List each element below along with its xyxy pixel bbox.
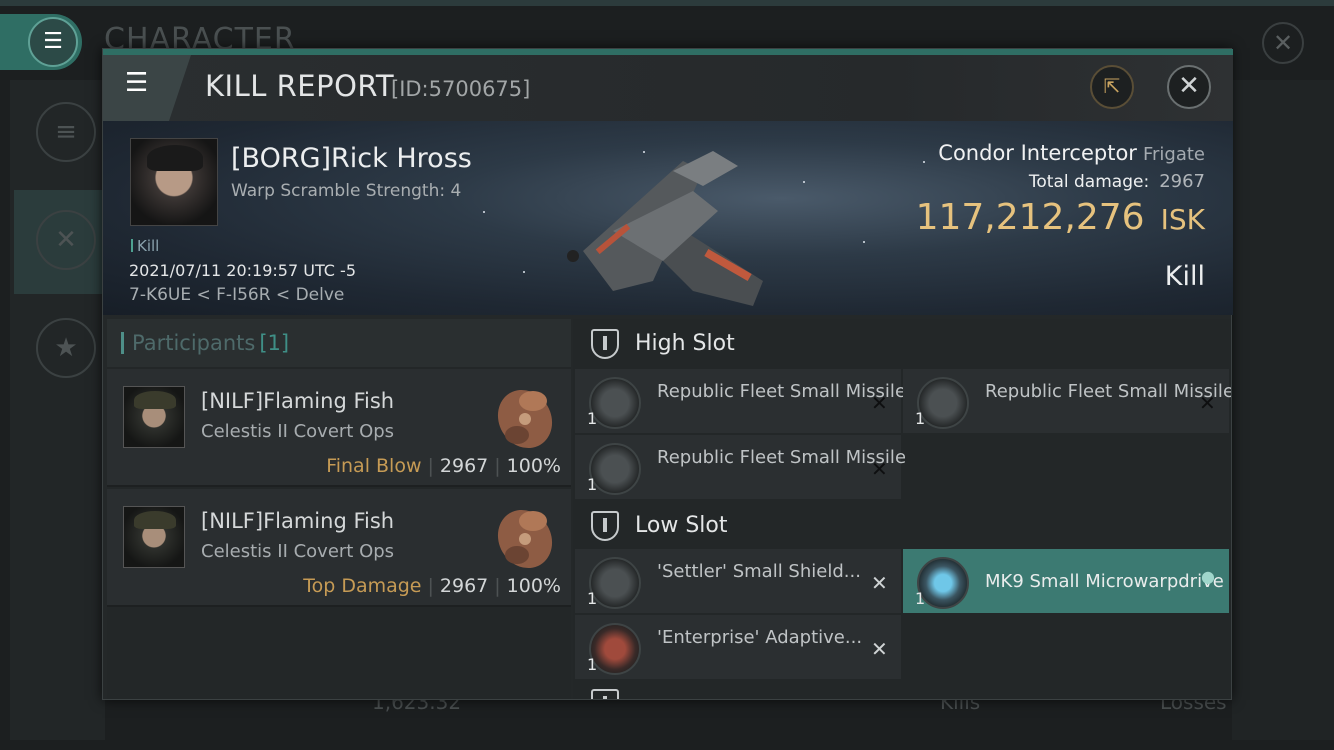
participant-name: [NILF]Flaming Fish <box>201 509 395 533</box>
participants-header: Participants [1] <box>107 319 571 367</box>
participant-stats: Top Damage | 2967 | 100% <box>303 575 561 597</box>
item-name: Republic Fleet Small Missile ... <box>657 447 905 468</box>
low-slot-header: Low Slot <box>573 501 1231 551</box>
kill-id: [ID:5700675] <box>391 77 531 101</box>
destroyed-icon: ✕ <box>871 637 888 661</box>
low-slot-icon <box>591 511 619 541</box>
participant-stats: Final Blow | 2967 | 100% <box>326 455 561 477</box>
participant-role: Top Damage <box>303 575 422 597</box>
window-title: KILL REPORT <box>205 69 395 103</box>
participant-portrait[interactable] <box>123 386 185 448</box>
kill-location[interactable]: 7-K6UE < F-I56R < Delve <box>129 285 344 305</box>
main-menu-button[interactable]: ☰ <box>0 14 82 70</box>
low-slot-item[interactable]: 1 'Enterprise' Adaptive... ✕ <box>575 615 901 679</box>
item-quantity: 1 <box>587 655 598 674</box>
high-slot-item[interactable]: 1 Republic Fleet Small Missile ... ✕ <box>903 369 1231 433</box>
high-slot-item[interactable]: 1 Republic Fleet Small Missile ... ✕ <box>575 369 905 433</box>
item-quantity: 1 <box>915 589 926 608</box>
menu-icon: ☰ <box>28 17 78 67</box>
list-icon[interactable]: ≡ <box>36 102 96 162</box>
low-slot-item[interactable]: 1 'Settler' Small Shield... ✕ <box>575 549 901 613</box>
participant-portrait[interactable] <box>123 506 185 568</box>
item-name: MK9 Small Microwarpdrive <box>985 571 1224 592</box>
destroyed-icon: ✕ <box>871 571 888 595</box>
participant-damage: 2967 <box>439 575 489 597</box>
item-name: Republic Fleet Small Missile ... <box>657 381 905 402</box>
mid-slot-icon <box>591 689 619 699</box>
item-quantity: 1 <box>587 409 598 428</box>
item-quantity: 1 <box>587 475 598 494</box>
participant-percent: 100% <box>506 455 561 477</box>
mid-slot-header <box>573 685 1231 699</box>
participant-percent: 100% <box>506 575 561 597</box>
kill-tag: Kill <box>131 237 159 255</box>
total-damage: Total damage: 2967 <box>1028 171 1205 192</box>
participant-ship-image[interactable] <box>481 375 563 457</box>
kill-datetime: 2021/07/11 20:19:57 UTC -5 <box>129 261 357 280</box>
victim-ship-name[interactable]: Condor Interceptor Frigate <box>938 141 1205 165</box>
participant-row[interactable]: [NILF]Flaming Fish Celestis II Covert Op… <box>107 369 571 487</box>
window-menu-icon[interactable]: ☰ <box>103 55 191 121</box>
victim-banner: [BORG]Rick Hross Warp Scramble Strength:… <box>103 121 1233 315</box>
item-name: 'Settler' Small Shield... <box>657 561 861 582</box>
dropped-icon: ● <box>1201 567 1215 586</box>
item-name: 'Enterprise' Adaptive... <box>657 627 863 648</box>
item-quantity: 1 <box>587 589 598 608</box>
kill-result: Kill <box>1164 261 1205 292</box>
combat-icon[interactable]: ✕ <box>36 210 96 270</box>
participants-panel: Participants [1] [NILF]Flaming Fish Celes… <box>107 319 571 699</box>
victim-subtitle: Warp Scramble Strength: 4 <box>231 181 462 201</box>
destroyed-icon: ✕ <box>871 457 888 481</box>
isk-value: 117,212,276 ISK <box>915 197 1205 238</box>
participant-damage: 2967 <box>439 455 489 477</box>
top-bar <box>0 0 1334 6</box>
participants-count: [1] <box>259 331 290 355</box>
fitting-panel: High Slot 1 Republic Fleet Small Missile… <box>573 319 1231 699</box>
high-slot-item[interactable]: 1 Republic Fleet Small Missile ... ✕ <box>575 435 905 499</box>
background-close-icon[interactable]: ✕ <box>1262 22 1304 64</box>
participant-ship: Celestis II Covert Ops <box>201 541 395 562</box>
destroyed-icon: ✕ <box>1199 391 1216 415</box>
high-slot-header: High Slot <box>573 319 1231 369</box>
participants-label: Participants <box>132 331 256 355</box>
low-slot-item[interactable]: 1 MK9 Small Microwarpdrive ● <box>903 549 1229 613</box>
star-icon[interactable]: ★ <box>36 318 96 378</box>
participant-ship: Celestis II Covert Ops <box>201 421 395 442</box>
destroyed-icon: ✕ <box>871 391 888 415</box>
item-quantity: 1 <box>915 409 926 428</box>
high-slot-icon <box>591 329 619 359</box>
window-header: ☰ KILL REPORT [ID:5700675] ⇱ ✕ <box>103 55 1233 121</box>
share-icon[interactable]: ⇱ <box>1090 65 1134 109</box>
close-icon[interactable]: ✕ <box>1167 65 1211 109</box>
participant-row[interactable]: [NILF]Flaming Fish Celestis II Covert Op… <box>107 489 571 607</box>
kill-report-window: ☰ KILL REPORT [ID:5700675] ⇱ ✕ [BORG]Ric… <box>102 48 1233 700</box>
background-sidebar <box>10 80 105 740</box>
participant-name: [NILF]Flaming Fish <box>201 389 395 413</box>
victim-name[interactable]: [BORG]Rick Hross <box>231 143 472 174</box>
isk-unit: ISK <box>1160 203 1205 236</box>
item-name: Republic Fleet Small Missile ... <box>985 381 1231 402</box>
participant-ship-image[interactable] <box>481 495 563 577</box>
background-right-panel <box>1232 80 1334 740</box>
victim-portrait[interactable] <box>130 138 218 226</box>
victim-ship-class: Frigate <box>1142 144 1205 165</box>
victim-ship-image[interactable] <box>553 131 793 311</box>
participant-role: Final Blow <box>326 455 422 477</box>
